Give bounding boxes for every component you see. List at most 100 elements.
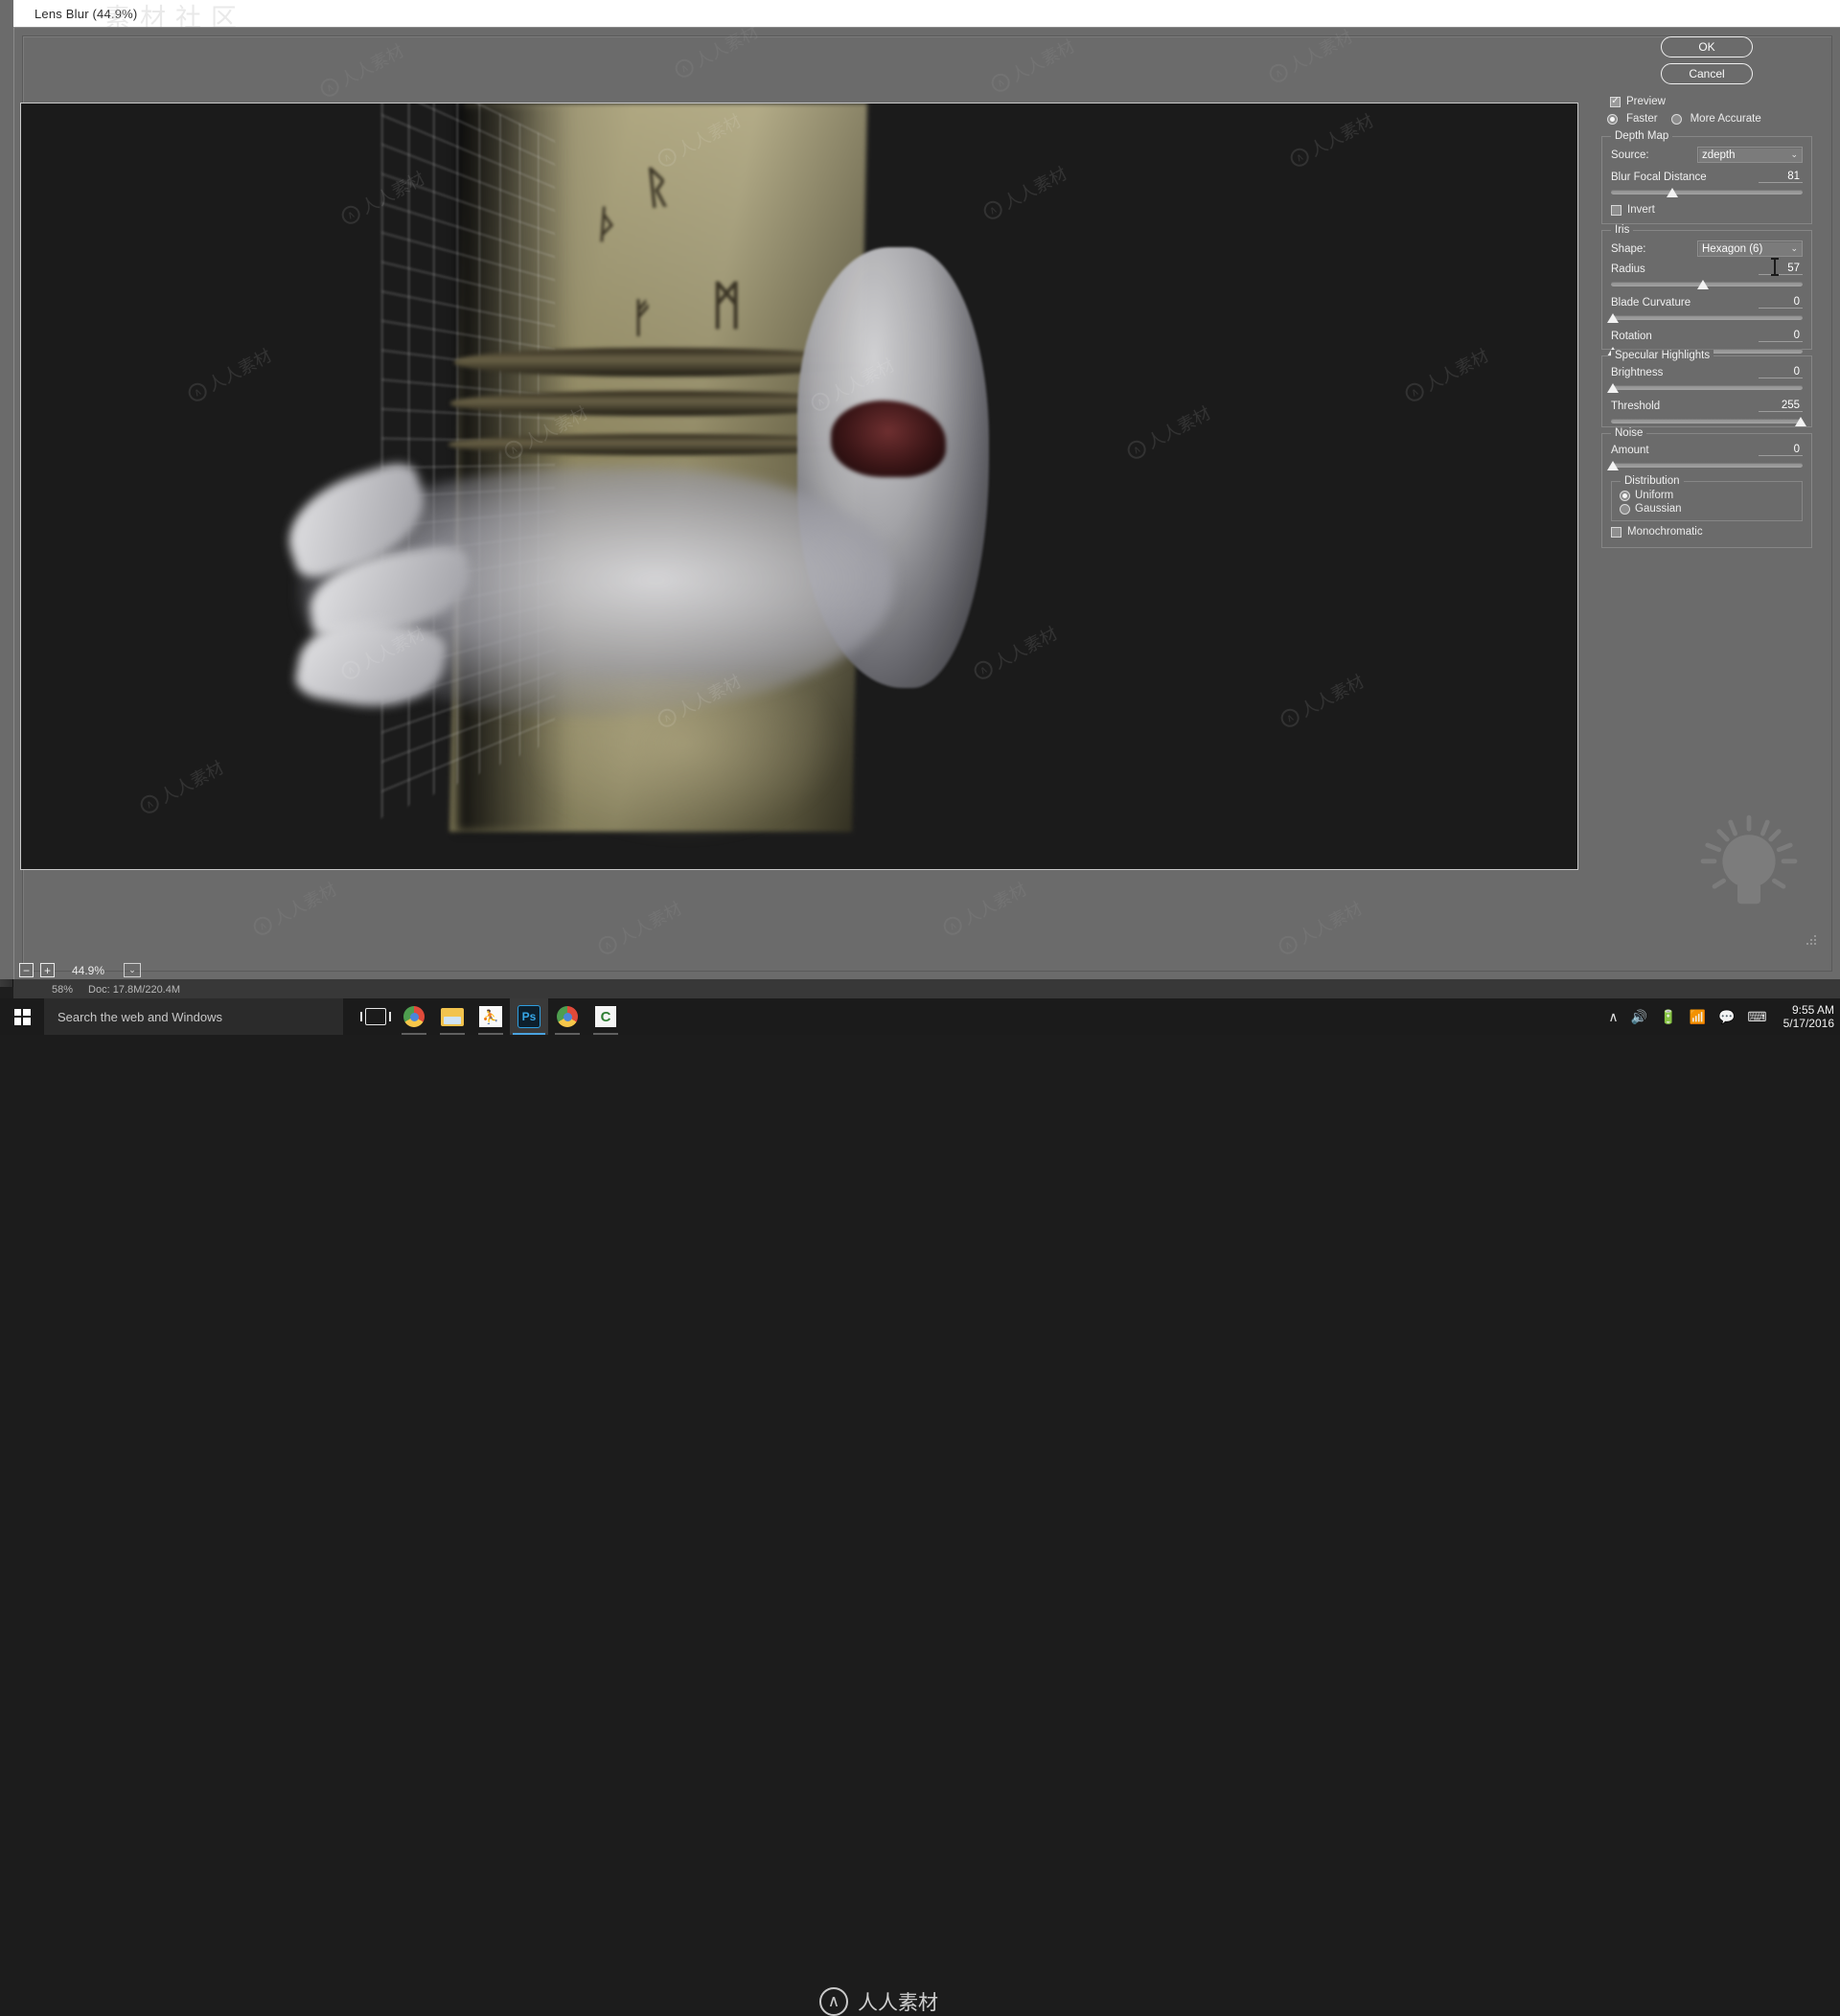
radius-value[interactable]: 57 xyxy=(1759,263,1803,275)
gaussian-radio-row[interactable]: Gaussian xyxy=(1620,503,1794,515)
noise-group: Noise Amount 0 Distribution Uniform xyxy=(1601,433,1812,548)
faster-radio[interactable] xyxy=(1607,114,1618,125)
shape-select[interactable]: Hexagon (6) ⌄ xyxy=(1697,241,1803,257)
taskbar-item-file-explorer[interactable] xyxy=(433,998,472,1035)
blur-focal-distance-slider[interactable] xyxy=(1611,187,1803,198)
noise-legend: Noise xyxy=(1611,427,1646,439)
clock[interactable]: 9:55 AM 5/17/2016 xyxy=(1780,1003,1834,1030)
brightness-slider[interactable] xyxy=(1611,382,1803,394)
dialog-title-bar[interactable]: Lens Blur (44.9%) 素材社区 xyxy=(13,0,1840,27)
monochromatic-checkbox[interactable] xyxy=(1611,527,1622,538)
preview-checkbox-row[interactable]: ✓ Preview xyxy=(1610,96,1666,107)
rotation-value[interactable]: 0 xyxy=(1759,330,1803,342)
taskbar-item-runner-app[interactable]: ⛹ xyxy=(472,998,510,1035)
zoom-level-value: 44.9% xyxy=(69,964,107,977)
slider-track xyxy=(1611,282,1803,286)
chevron-down-icon: ⌄ xyxy=(1790,243,1798,254)
depth-map-group: Depth Map Source: zdepth ⌄ Blur Focal Di… xyxy=(1601,136,1812,224)
network-icon[interactable]: 📶 xyxy=(1690,1010,1706,1023)
blade-curvature-value[interactable]: 0 xyxy=(1759,296,1803,309)
slider-track xyxy=(1611,315,1803,320)
action-center-icon[interactable]: 💬 xyxy=(1718,1010,1735,1023)
invert-label: Invert xyxy=(1627,204,1655,216)
preview-label: Preview xyxy=(1626,96,1666,107)
source-select[interactable]: zdepth ⌄ xyxy=(1697,147,1803,163)
gaussian-label: Gaussian xyxy=(1635,503,1682,515)
threshold-row[interactable]: Threshold 255 xyxy=(1611,400,1803,412)
text-cursor xyxy=(1774,259,1776,275)
blade-curvature-row[interactable]: Blade Curvature 0 xyxy=(1611,296,1803,309)
watermark-text: 人人素材 xyxy=(858,1987,938,2016)
invert-checkbox-row[interactable]: Invert xyxy=(1611,204,1803,216)
status-zoom: 58% xyxy=(52,984,73,996)
blur-focal-distance-row[interactable]: Blur Focal Distance 81 xyxy=(1611,171,1803,183)
task-view-icon xyxy=(365,1008,386,1025)
system-tray[interactable]: ∧ 🔊 🔋 📶 💬 ⌨ 9:55 AM 5/17/2016 xyxy=(1608,998,1840,1035)
taskbar-item-browser-360[interactable] xyxy=(548,998,586,1035)
threshold-value[interactable]: 255 xyxy=(1759,400,1803,412)
gaussian-radio[interactable] xyxy=(1620,504,1630,515)
screen: 58% Doc: 17.8M/220.4M Lens Blur (44.9%) … xyxy=(0,0,1840,1035)
brightness-value[interactable]: 0 xyxy=(1759,366,1803,378)
preview-zoom-controls[interactable]: − + 44.9% ⌄ xyxy=(19,963,141,977)
zoom-in-button[interactable]: + xyxy=(40,963,55,977)
image-preview[interactable]: ᚱ ᚦ ᛗ ᚠ ∧人人素材 ∧人人素材 ∧人人素材 ∧人人素 xyxy=(20,103,1578,870)
browser-icon xyxy=(557,1006,578,1027)
status-doc-info: Doc: 17.8M/220.4M xyxy=(88,984,180,996)
render-base-glow xyxy=(519,678,845,841)
dialog-resize-grip[interactable] xyxy=(1805,933,1816,945)
radius-slider[interactable] xyxy=(1611,279,1803,290)
rotation-row[interactable]: Rotation 0 xyxy=(1611,330,1803,342)
invert-checkbox[interactable] xyxy=(1611,205,1622,216)
photoshop-icon: Ps xyxy=(518,1005,540,1028)
radius-label: Radius xyxy=(1611,263,1645,275)
threshold-slider[interactable] xyxy=(1611,416,1803,427)
iris-shape-row[interactable]: Shape: Hexagon (6) ⌄ xyxy=(1611,241,1803,257)
noise-amount-slider[interactable] xyxy=(1611,460,1803,471)
tray-chevron-up-icon[interactable]: ∧ xyxy=(1608,1010,1618,1023)
ok-button[interactable]: OK xyxy=(1661,36,1753,57)
source-value: zdepth xyxy=(1702,149,1790,161)
search-placeholder: Search the web and Windows xyxy=(58,1010,222,1024)
preview-checkbox[interactable]: ✓ xyxy=(1610,97,1621,107)
slider-track xyxy=(1611,463,1803,468)
uniform-radio-row[interactable]: Uniform xyxy=(1620,490,1794,501)
more-accurate-label: More Accurate xyxy=(1690,113,1761,125)
monochromatic-checkbox-row[interactable]: Monochromatic xyxy=(1611,526,1803,538)
specular-highlights-group: Specular Highlights Brightness 0 Thresho… xyxy=(1601,355,1812,427)
uniform-radio[interactable] xyxy=(1620,491,1630,501)
start-button[interactable] xyxy=(0,998,44,1035)
accuracy-radio-group[interactable]: Faster More Accurate xyxy=(1607,113,1761,125)
blur-focal-distance-value[interactable]: 81 xyxy=(1759,171,1803,183)
zoom-dropdown-chevron-icon[interactable]: ⌄ xyxy=(124,963,141,977)
cancel-button[interactable]: Cancel xyxy=(1661,63,1753,84)
volume-icon[interactable]: 🔊 xyxy=(1631,1010,1647,1023)
more-accurate-radio[interactable] xyxy=(1671,114,1682,125)
depth-map-source-row[interactable]: Source: zdepth ⌄ xyxy=(1611,147,1803,163)
shape-label: Shape: xyxy=(1611,243,1645,255)
green-app-icon: C xyxy=(595,1006,616,1027)
noise-amount-value[interactable]: 0 xyxy=(1759,444,1803,456)
zoom-out-button[interactable]: − xyxy=(19,963,34,977)
taskbar-app-buttons[interactable]: ⛹ Ps C xyxy=(356,998,625,1035)
noise-amount-row[interactable]: Amount 0 xyxy=(1611,444,1803,456)
taskbar-item-chrome[interactable] xyxy=(395,998,433,1035)
taskbar-item-photoshop[interactable]: Ps xyxy=(510,998,548,1035)
shape-value: Hexagon (6) xyxy=(1702,243,1790,255)
blur-focal-distance-label: Blur Focal Distance xyxy=(1611,172,1707,183)
taskbar-item-task-view[interactable] xyxy=(356,998,395,1035)
windows-taskbar[interactable]: Search the web and Windows ⛹ Ps C xyxy=(0,998,1840,1035)
chevron-down-icon: ⌄ xyxy=(1790,149,1798,160)
blade-curvature-label: Blade Curvature xyxy=(1611,297,1690,309)
options-panel: OK Cancel ✓ Preview Faster More Accurate… xyxy=(1594,33,1820,949)
blade-curvature-slider[interactable] xyxy=(1611,312,1803,324)
brightness-row[interactable]: Brightness 0 xyxy=(1611,366,1803,378)
keyboard-icon[interactable]: ⌨ xyxy=(1747,1010,1766,1023)
photoshop-status-bar: 58% Doc: 17.8M/220.4M xyxy=(13,978,1840,999)
battery-icon[interactable]: 🔋 xyxy=(1660,1010,1676,1023)
taskbar-item-green-app[interactable]: C xyxy=(586,998,625,1035)
preview-render: ᚱ ᚦ ᛗ ᚠ xyxy=(21,103,1577,869)
iris-legend: Iris xyxy=(1611,224,1633,236)
distribution-legend: Distribution xyxy=(1621,475,1684,487)
taskbar-search-input[interactable]: Search the web and Windows xyxy=(44,998,343,1035)
